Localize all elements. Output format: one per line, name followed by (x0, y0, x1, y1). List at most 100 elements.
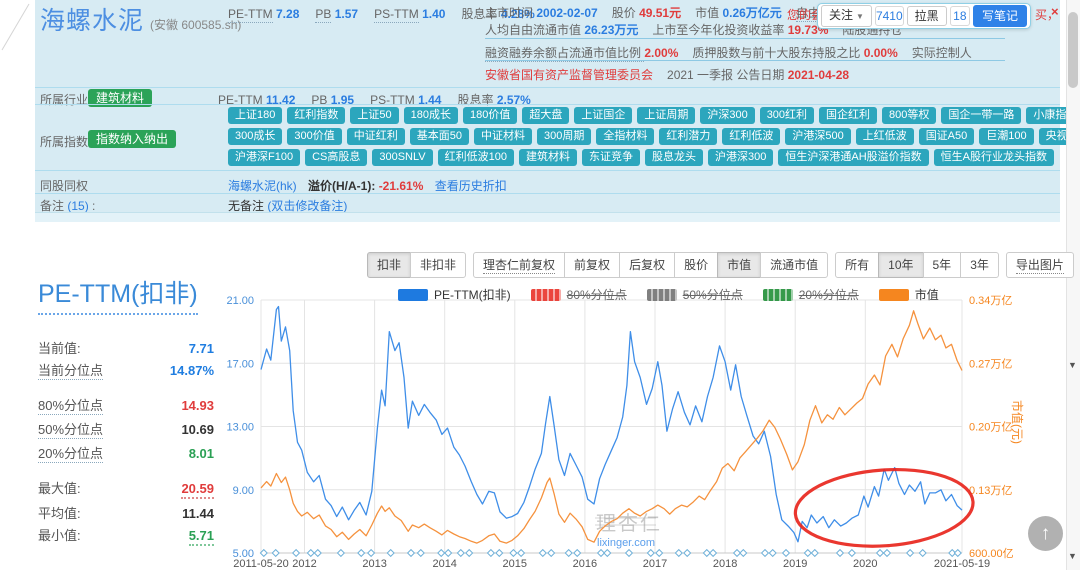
legend-label: 80%分位点 (567, 286, 627, 303)
block-count-box[interactable]: 18 (950, 6, 970, 26)
toolbar-button-股价[interactable]: 股价 (674, 252, 718, 278)
legend-item[interactable]: 80%分位点 (531, 286, 627, 303)
index-badge[interactable]: 超大盘 (522, 107, 569, 124)
index-badge[interactable]: 300周期 (537, 128, 591, 145)
legend-item[interactable]: 50%分位点 (647, 286, 743, 303)
legend-item[interactable]: 20%分位点 (763, 286, 859, 303)
toolbar-button-label: 10年 (888, 258, 913, 272)
legend-item[interactable]: 市值 (879, 286, 939, 303)
index-badge[interactable]: 沪港深300 (708, 149, 773, 166)
back-to-top-button[interactable]: ↑ (1028, 516, 1063, 551)
index-badge[interactable]: 基本面50 (410, 128, 469, 145)
toolbar-button-label: 非扣非 (420, 258, 456, 272)
arrow-up-icon: ↑ (1041, 523, 1051, 545)
info-label: 股价 (612, 6, 639, 20)
svg-text:2021-05-19: 2021-05-19 (934, 558, 990, 570)
index-badge[interactable]: CS高股息 (305, 149, 367, 166)
svg-text:0.34万亿: 0.34万亿 (969, 294, 1012, 307)
index-badge[interactable]: 300成长 (228, 128, 282, 145)
index-badge[interactable]: 全指材料 (596, 128, 654, 145)
pe-marketcap-chart[interactable]: 21.0017.0013.009.005.000.34万亿0.27万亿0.20万… (0, 283, 1080, 570)
index-badge[interactable]: 沪深300 (700, 107, 754, 124)
scrollbar-down-arrow-icon[interactable]: ▼ (1068, 551, 1077, 561)
chart-legend: PE-TTM(扣非) 80%分位点 50%分位点 20%分位点 市值 (398, 286, 939, 303)
index-badge[interactable]: 国企一带一路 (941, 107, 1021, 124)
stock-info-row: 融资融券余额占流通市值比例 2.00%质押股数与前十大股东持股之比 0.00%实… (485, 44, 986, 61)
svg-text:市值(元): 市值(元) (1010, 400, 1025, 444)
legend-label: 50%分位点 (683, 286, 743, 303)
premium-label: 溢价(H/A-1): (308, 179, 375, 193)
scrollbar-thumb[interactable] (1068, 12, 1078, 88)
note-count[interactable]: (15) (67, 199, 88, 213)
follow-count-box[interactable]: 7410 (875, 6, 904, 26)
info-item: 融资融券余额占流通市值比例 2.00% (485, 46, 678, 60)
index-badge[interactable]: 恒生沪深港通AH股溢价指数 (778, 149, 928, 166)
index-badge[interactable]: 上证周期 (637, 107, 695, 124)
toolbar-button-市值[interactable]: 市值 (717, 252, 761, 278)
stock-header-panel: 海螺水泥(安徽 600585.sh) PE-TTM 7.28PB 1.57PS-… (35, 0, 1060, 212)
index-badge[interactable]: 300红利 (760, 107, 814, 124)
toolbar-button-理杏仁前复权[interactable]: 理杏仁前复权 (473, 252, 565, 278)
legend-item[interactable]: PE-TTM(扣非) (398, 286, 511, 303)
index-badge[interactable]: 红利指数 (287, 107, 345, 124)
index-badge[interactable]: 300价值 (287, 128, 341, 145)
svg-text:9.00: 9.00 (233, 485, 254, 497)
toolbar-button-3年[interactable]: 3年 (960, 252, 999, 278)
info-value: 49.51元 (639, 6, 681, 20)
index-badge[interactable]: 国证A50 (919, 128, 975, 145)
legend-swatch (879, 289, 909, 301)
index-badge[interactable]: 180成长 (404, 107, 458, 124)
legend-label: PE-TTM(扣非) (434, 286, 511, 303)
index-badge[interactable]: 上证50 (350, 107, 398, 124)
toolbar-button-非扣非[interactable]: 非扣非 (410, 252, 466, 278)
toolbar-button-label: 3年 (970, 258, 989, 272)
index-badge[interactable]: 红利低波100 (438, 149, 514, 166)
index-badge[interactable]: 红利潜力 (659, 128, 717, 145)
toolbar-button-导出图片[interactable]: 导出图片 (1006, 252, 1074, 278)
info-label: 市值 (695, 6, 722, 20)
index-badge[interactable]: 300SNLV (372, 149, 432, 166)
index-badge[interactable]: 180价值 (463, 107, 517, 124)
index-badge[interactable]: 恒生A股行业龙头指数 (934, 149, 1054, 166)
index-badge[interactable]: 800等权 (882, 107, 936, 124)
index-inout-badge[interactable]: 指数纳入纳出 (88, 130, 176, 148)
follow-button[interactable]: 关注▼ (821, 5, 872, 27)
toolbar-button-前复权[interactable]: 前复权 (564, 252, 620, 278)
toolbar-button-label: 前复权 (574, 258, 610, 272)
index-badge[interactable]: 中证红利 (347, 128, 405, 145)
index-badge[interactable]: 沪港深500 (785, 128, 850, 145)
toolbar-button-扣非[interactable]: 扣非 (367, 252, 411, 278)
stock-info-row: 安徽省国有资产监督管理委员会2021 一季报 公告日期 2021-04-28 (485, 66, 863, 83)
toolbar-button-后复权[interactable]: 后复权 (619, 252, 675, 278)
index-badge[interactable]: 巨潮100 (979, 128, 1033, 145)
legend-label: 20%分位点 (799, 286, 859, 303)
index-badge[interactable]: 上证国企 (574, 107, 632, 124)
hk-stock-link[interactable]: 海螺水泥(hk) (228, 179, 297, 193)
legend-swatch (647, 289, 677, 301)
svg-text:2013: 2013 (362, 558, 386, 570)
toolbar-button-流通市值[interactable]: 流通市值 (760, 252, 828, 278)
toolbar-button-5年[interactable]: 5年 (923, 252, 962, 278)
metric-value: 1.57 (331, 7, 358, 21)
info-item: 上市时间 2002-02-07 (485, 6, 598, 20)
index-badge[interactable]: 国企红利 (819, 107, 877, 124)
note-text[interactable]: 无备注 (228, 199, 264, 213)
toolbar-button-10年[interactable]: 10年 (878, 252, 923, 278)
index-badge[interactable]: 股息龙头 (645, 149, 703, 166)
index-badge[interactable]: 中证材料 (474, 128, 532, 145)
toolbar-button-所有[interactable]: 所有 (835, 252, 879, 278)
info-value: 2021-04-28 (788, 68, 849, 82)
index-badge[interactable]: 上证180 (228, 107, 282, 124)
corner-artifact (0, 0, 35, 60)
index-badges: 上证180 红利指数上证50 180成长 180价值超大盘上证国企上证周期沪深300 3… (228, 107, 1038, 170)
index-badge[interactable]: 红利低波 (722, 128, 780, 145)
history-discount-link[interactable]: 查看历史折扣 (435, 179, 507, 193)
block-button[interactable]: 拉黑 (907, 6, 947, 26)
scroll-down-icon[interactable]: ▼ (1068, 360, 1077, 370)
index-badge[interactable]: 沪港深F100 (228, 149, 300, 166)
banner-close-icon[interactable]: × (1051, 4, 1059, 19)
write-note-button[interactable]: 写笔记 (973, 5, 1027, 27)
index-badge[interactable]: 东证竞争 (582, 149, 640, 166)
index-badge[interactable]: 上红低波 (856, 128, 914, 145)
index-badge[interactable]: 建筑材料 (519, 149, 577, 166)
